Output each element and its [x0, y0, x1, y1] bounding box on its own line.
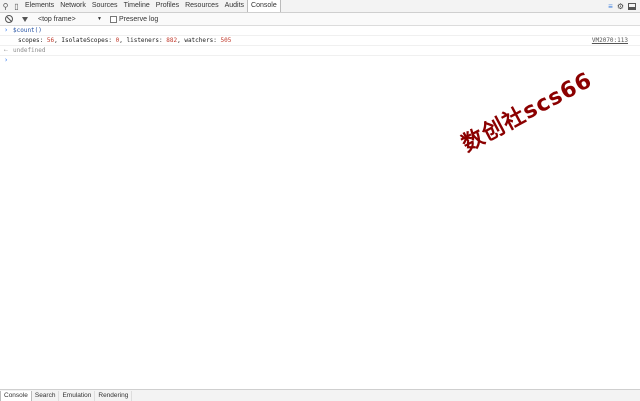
filter-icon[interactable] — [22, 16, 28, 22]
tab-timeline[interactable]: Timeline — [121, 0, 153, 12]
device-mode-icon[interactable]: ▯ — [11, 1, 22, 12]
tab-network[interactable]: Network — [57, 0, 89, 12]
isolate-scopes-key: IsolateScopes: — [61, 37, 112, 44]
command-prompt-icon: › — [4, 26, 9, 34]
console-messages: › $count() scopes: 56, IsolateScopes: 0,… — [0, 26, 640, 65]
command-text: $count() — [13, 27, 42, 34]
frame-selector[interactable]: <top frame> ▼ — [38, 16, 102, 23]
console-toolbar: <top frame> ▼ Preserve log — [0, 13, 640, 26]
result-text: undefined — [13, 47, 46, 54]
return-value-icon: ⇠ — [4, 47, 8, 54]
watermark-text: 数创社scs66 — [457, 67, 597, 158]
input-prompt-icon: › — [4, 56, 9, 64]
frame-selector-value: <top frame> — [38, 15, 76, 23]
listeners-value: 882 — [166, 37, 178, 44]
tab-audits[interactable]: Audits — [222, 0, 247, 12]
scopes-key: scopes: — [18, 37, 44, 44]
preserve-log-toggle[interactable]: Preserve log — [110, 15, 159, 23]
watchers-value: 505 — [220, 37, 232, 44]
search-icon[interactable]: ⚲ — [0, 1, 11, 12]
drawer-tab-console[interactable]: Console — [0, 390, 32, 401]
preserve-log-label: Preserve log — [119, 15, 159, 23]
chevron-down-icon: ▼ — [97, 15, 102, 22]
devtools-tab-bar: ⚲ ▯ Elements Network Sources Timeline Pr… — [0, 0, 640, 13]
tab-resources[interactable]: Resources — [182, 0, 221, 12]
watchers-key: watchers: — [184, 37, 217, 44]
listeners-key: listeners: — [126, 37, 163, 44]
drawer-tab-search[interactable]: Search — [32, 390, 60, 401]
drawer-tab-bar: Console Search Emulation Rendering — [0, 389, 640, 401]
tab-sources[interactable]: Sources — [89, 0, 121, 12]
settings-gear-icon[interactable]: ⚙ — [617, 2, 624, 11]
drawer-tab-emulation[interactable]: Emulation — [59, 390, 96, 401]
tabbar-actions: ≡ ⚙ — [608, 2, 640, 11]
console-command-line: › $count() — [0, 26, 640, 36]
console-output-line: scopes: 56, IsolateScopes: 0, listeners:… — [0, 36, 640, 46]
clear-console-icon[interactable] — [5, 15, 13, 23]
preserve-log-checkbox[interactable] — [110, 15, 117, 23]
tab-console[interactable]: Console — [247, 0, 281, 12]
tab-profiles[interactable]: Profiles — [153, 0, 182, 12]
console-input-line[interactable]: › — [0, 56, 640, 65]
dock-icon[interactable] — [628, 2, 636, 10]
show-drawer-icon[interactable]: ≡ — [608, 2, 613, 11]
tab-elements[interactable]: Elements — [22, 0, 57, 12]
source-link[interactable]: VM2070:113 — [592, 36, 628, 45]
console-result-line: ⇠ undefined — [0, 46, 640, 56]
drawer-tab-rendering[interactable]: Rendering — [95, 390, 133, 401]
